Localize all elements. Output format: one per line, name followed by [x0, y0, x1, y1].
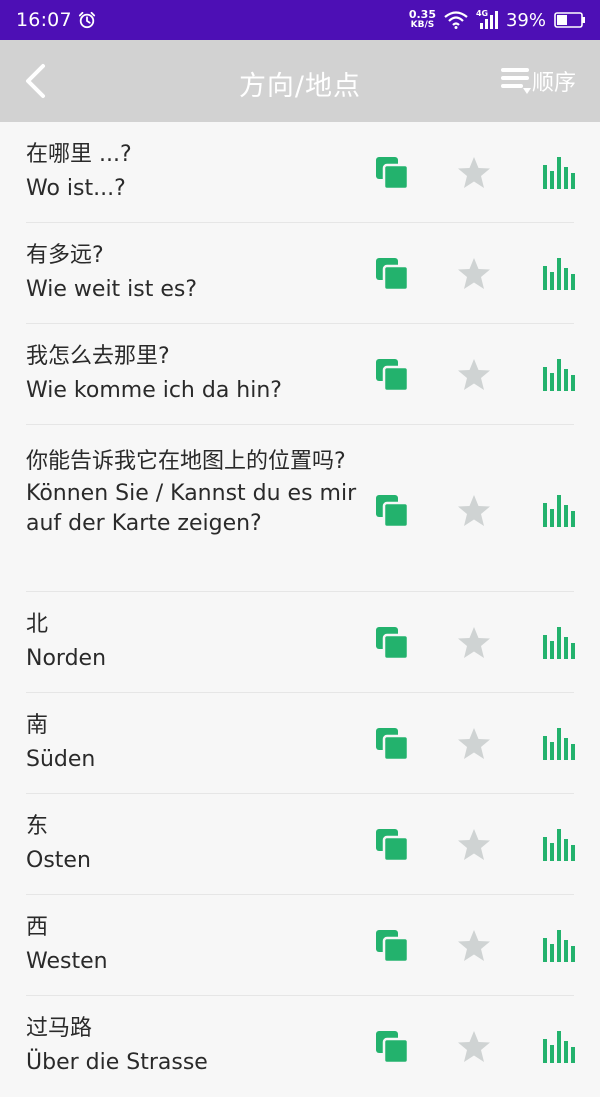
sort-list-icon: [500, 68, 531, 94]
chinese-phrase: 在哪里 ...?: [26, 142, 132, 167]
star-icon[interactable]: [456, 827, 492, 863]
german-phrase: Wie komme ich da hin?: [26, 378, 282, 403]
copy-icon[interactable]: [374, 155, 410, 191]
list-item[interactable]: 北 Norden: [26, 592, 576, 693]
bar-chart-icon[interactable]: [540, 493, 576, 529]
battery-percent: 39%: [505, 9, 546, 31]
star-icon[interactable]: [456, 928, 492, 964]
bar-chart-icon[interactable]: [540, 155, 576, 191]
copy-icon[interactable]: [374, 827, 410, 863]
list-item[interactable]: 南 Süden: [26, 693, 576, 794]
bar-chart-icon[interactable]: [540, 726, 576, 762]
cell-signal: 4G: [475, 9, 498, 29]
star-icon[interactable]: [456, 1029, 492, 1065]
german-phrase: Westen: [26, 949, 108, 974]
chinese-phrase: 过马路: [26, 1016, 93, 1041]
chinese-phrase: 东: [26, 814, 49, 839]
net-speed-unit: KB/S: [410, 20, 435, 30]
chinese-phrase: 你能告诉我它在地图上的位置吗?: [26, 449, 346, 474]
bar-chart-icon[interactable]: [540, 256, 576, 292]
star-icon[interactable]: [456, 625, 492, 661]
star-icon[interactable]: [456, 493, 492, 529]
sort-label: 顺序: [531, 71, 576, 96]
network-type: 4G: [475, 9, 489, 18]
list-item[interactable]: 在哪里 ...? Wo ist...?: [26, 122, 576, 223]
chinese-phrase: 有多远?: [26, 243, 104, 268]
copy-icon[interactable]: [374, 357, 410, 393]
copy-icon[interactable]: [374, 256, 410, 292]
status-bar: 16:07 0.35 KB/S 4G 39%: [0, 0, 600, 40]
bar-chart-icon[interactable]: [540, 928, 576, 964]
copy-icon[interactable]: [374, 625, 410, 661]
chinese-phrase: 我怎么去那里?: [26, 344, 170, 369]
phrase-list: 在哪里 ...? Wo ist...? 有多远? Wie weit ist es…: [0, 122, 600, 1097]
app-bar: 方向/地点 顺序: [0, 40, 600, 122]
bar-chart-icon[interactable]: [540, 357, 576, 393]
sort-button[interactable]: 顺序: [500, 64, 576, 98]
bar-chart-icon[interactable]: [540, 625, 576, 661]
german-phrase: Können Sie / Kannst du es mir auf der Ka…: [26, 481, 357, 536]
list-item[interactable]: 西 Westen: [26, 895, 576, 996]
star-icon[interactable]: [456, 155, 492, 191]
battery-icon: [554, 12, 585, 28]
copy-icon[interactable]: [374, 726, 410, 762]
bar-chart-icon[interactable]: [540, 1029, 576, 1065]
net-speed: 0.35 KB/S: [408, 8, 436, 30]
status-icons: 0.35 KB/S 4G 39%: [408, 8, 586, 31]
german-phrase: Norden: [26, 646, 107, 671]
net-speed-value: 0.35: [408, 8, 436, 21]
list-item[interactable]: 有多远? Wie weit ist es?: [26, 223, 576, 324]
list-item[interactable]: 你能告诉我它在地图上的位置吗? Können Sie / Kannst du e…: [26, 425, 576, 592]
list-item[interactable]: 东 Osten: [26, 794, 576, 895]
star-icon[interactable]: [456, 726, 492, 762]
chinese-phrase: 西: [26, 915, 49, 940]
chinese-phrase: 北: [26, 612, 49, 637]
list-item[interactable]: 过马路 Über die Strasse: [26, 996, 576, 1097]
star-icon[interactable]: [456, 256, 492, 292]
german-phrase: Über die Strasse: [26, 1050, 208, 1075]
bar-chart-icon[interactable]: [540, 827, 576, 863]
copy-icon[interactable]: [374, 1029, 410, 1065]
copy-icon[interactable]: [374, 493, 410, 529]
list-item[interactable]: 我怎么去那里? Wie komme ich da hin?: [26, 324, 576, 425]
german-phrase: Wie weit ist es?: [26, 277, 198, 302]
german-phrase: Süden: [26, 747, 96, 772]
german-phrase: Osten: [26, 848, 91, 873]
copy-icon[interactable]: [374, 928, 410, 964]
star-icon[interactable]: [456, 357, 492, 393]
wifi-icon: [444, 11, 468, 29]
status-time: 16:07: [16, 9, 72, 31]
german-phrase: Wo ist...?: [26, 176, 126, 201]
alarm-clock-icon: [78, 11, 95, 29]
chinese-phrase: 南: [26, 713, 49, 738]
